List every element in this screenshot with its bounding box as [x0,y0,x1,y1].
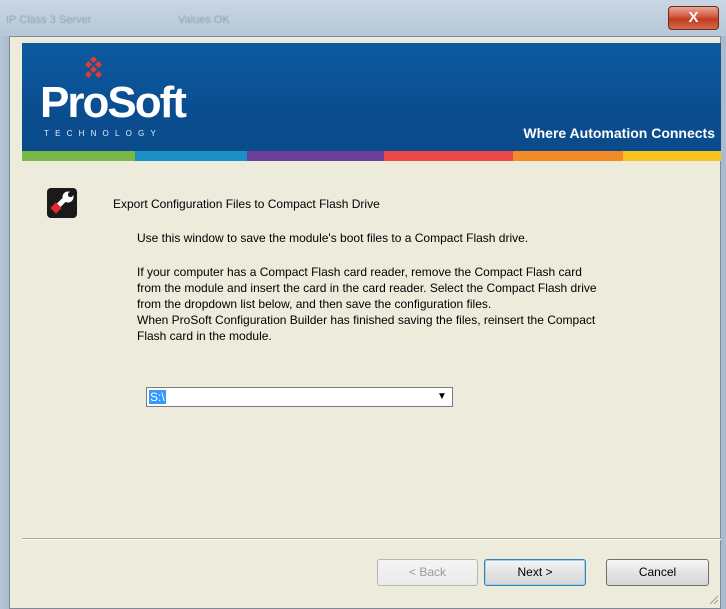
window-right-border [721,36,726,609]
wizard-title: Export Configuration Files to Compact Fl… [113,197,380,211]
prosoft-banner: ProSoft TECHNOLOGY Where Automation Conn… [22,43,721,161]
stripe-purple [247,151,384,161]
cancel-button[interactable]: Cancel [606,559,709,586]
background-window-status: Values OK [178,14,230,26]
banner-color-stripes [22,151,721,161]
background-window-label: IP Class 3 Server [6,14,92,26]
stripe-red [384,151,513,161]
stripe-green [22,151,135,161]
close-button[interactable]: X [668,6,719,30]
stripe-yellow [623,151,721,161]
chevron-down-icon[interactable]: ▼ [433,389,451,405]
instruction-line-2: from the module and insert the card in t… [137,281,597,295]
instruction-line-4: When ProSoft Configuration Builder has f… [137,313,596,327]
instruction-line-5: Flash card in the module. [137,329,272,343]
prosoft-logo-subtitle: TECHNOLOGY [44,129,163,138]
resize-grip-icon[interactable] [707,593,719,605]
window-left-border [0,36,9,609]
footer-separator [22,538,721,540]
next-button[interactable]: Next > [484,559,586,586]
stripe-blue [135,151,247,161]
wrench-icon [47,188,77,218]
instruction-line-3: from the dropdown list below, and then s… [137,297,492,311]
prosoft-logo-text: ProSoft [40,78,187,127]
stripe-orange [513,151,623,161]
drive-select-dropdown[interactable]: S:\ ▼ [146,387,453,407]
instruction-line-1: If your computer has a Compact Flash car… [137,265,582,279]
drive-select-value: S:\ [149,390,166,404]
prosoft-logo-icon [84,57,103,79]
wizard-intro-text: Use this window to save the module's boo… [137,231,529,245]
banner-tagline: Where Automation Connects [523,125,715,141]
back-button[interactable]: < Back [377,559,478,586]
